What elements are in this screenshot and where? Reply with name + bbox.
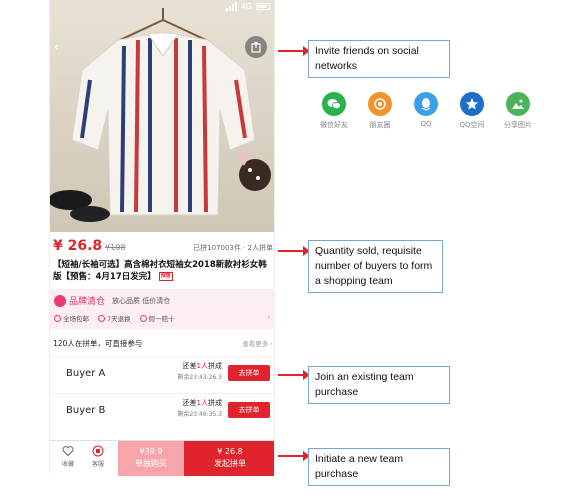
share-targets: 微信好友 朋友圈 QQ QQ空间 分享图片 bbox=[318, 92, 534, 130]
see-more-link[interactable]: 查看更多 › bbox=[242, 338, 273, 349]
buy-alone-button[interactable]: ¥39.9 单独购买 bbox=[118, 441, 184, 476]
start-team-button[interactable]: ¥ 26.8 发起拼单 bbox=[184, 441, 274, 476]
annotation-join: Join an existing team purchase bbox=[308, 366, 450, 404]
heart-icon bbox=[62, 446, 74, 457]
check-circle-icon bbox=[54, 314, 61, 322]
service-button[interactable]: 客服 bbox=[84, 445, 112, 468]
screenshot: 4G ‹ ¥ 26.8 ¥108 已拼107003件 · 2人拼单 【短袖/长袖… bbox=[0, 0, 569, 500]
check-circle-icon bbox=[98, 314, 105, 322]
join-team-button[interactable]: 去拼单 bbox=[228, 402, 270, 418]
back-arrow-icon[interactable]: ‹ bbox=[54, 40, 59, 54]
sold-count: 已拼107003件 · 2人拼单 bbox=[193, 244, 273, 252]
annotation-initiate: Initiate a new team purchase bbox=[308, 448, 450, 486]
brand-bag-icon bbox=[54, 294, 66, 307]
team-countdown: 剩余23:46:35.3 bbox=[177, 411, 222, 418]
brand-name: 品牌清仓 bbox=[69, 297, 106, 307]
product-title: 【短袖/长袖可选】高含棉衬衣短袖女2018新款衬衫女韩版【预售：4月17日发完】… bbox=[53, 259, 273, 283]
favorite-button[interactable]: 收藏 bbox=[54, 445, 82, 468]
team-count-text: 120人在拼单，可直接参与 bbox=[53, 339, 143, 348]
share-image[interactable]: 分享图片 bbox=[502, 92, 534, 130]
bottom-action-bar: 收藏 客服 ¥39.9 单独购买 ¥ 26.8 发起拼单 bbox=[50, 440, 274, 476]
share-qzone[interactable]: QQ空间 bbox=[456, 92, 488, 130]
share-wechat[interactable]: 微信好友 bbox=[318, 92, 350, 130]
annotation-arrow bbox=[278, 46, 310, 56]
qzone-icon bbox=[460, 92, 484, 116]
presale-badge: 预售 bbox=[158, 272, 173, 281]
team-row: Buyer A 还差1人拼成 剩余23:43:26.3 去拼单 bbox=[50, 356, 274, 390]
qq-icon bbox=[414, 92, 438, 116]
original-price: ¥108 bbox=[105, 243, 126, 252]
team-need: 还差1人拼成 bbox=[182, 399, 222, 407]
check-circle-icon bbox=[139, 314, 147, 322]
shirt-illustration bbox=[50, 8, 271, 222]
share-button[interactable] bbox=[245, 36, 267, 58]
product-photo[interactable]: 4G ‹ bbox=[50, 0, 274, 232]
annotation-arrow bbox=[278, 451, 310, 461]
price-row: ¥ 26.8 ¥108 已拼107003件 · 2人拼单 bbox=[53, 238, 273, 256]
battery-icon bbox=[256, 3, 270, 10]
status-bar: 4G bbox=[225, 2, 270, 11]
annotation-arrow bbox=[278, 246, 310, 256]
brand-slogan: 放心品质 低价清仓 bbox=[112, 296, 171, 305]
annotation-invite: Invite friends on social networks bbox=[308, 40, 450, 78]
buyer-name: Buyer B bbox=[66, 405, 106, 416]
image-icon bbox=[506, 92, 530, 116]
buyer-name: Buyer A bbox=[66, 368, 106, 379]
team-countdown: 剩余23:43:26.3 bbox=[177, 374, 222, 381]
team-row: Buyer B 还差1人拼成 剩余23:46:35.3 去拼单 bbox=[50, 393, 274, 427]
phone-screen: 4G ‹ ¥ 26.8 ¥108 已拼107003件 · 2人拼单 【短袖/长袖… bbox=[49, 0, 275, 476]
signal-icon bbox=[225, 2, 237, 11]
brand-banner[interactable]: 品牌清仓 放心品质 低价清仓 全场包邮 7天退换 假一赔十 › bbox=[50, 289, 274, 329]
group-price: ¥ 26.8 bbox=[53, 238, 103, 254]
service-icon bbox=[92, 445, 104, 457]
share-moments[interactable]: 朋友圈 bbox=[364, 92, 396, 130]
moments-icon bbox=[368, 92, 392, 116]
wechat-icon bbox=[322, 92, 346, 116]
guarantee-item: 全场包邮 bbox=[54, 313, 89, 323]
share-qq[interactable]: QQ bbox=[410, 92, 442, 130]
share-icon bbox=[251, 41, 261, 53]
annotation-arrow bbox=[278, 370, 310, 380]
annotation-quantity: Quantity sold, requisite number of buyer… bbox=[308, 240, 443, 293]
guarantee-item: 假一赔十 bbox=[139, 313, 175, 323]
network-label: 4G bbox=[240, 2, 252, 11]
team-need: 还差1人拼成 bbox=[182, 362, 222, 370]
guarantee-item: 7天退换 bbox=[98, 313, 131, 323]
chevron-right-icon: › bbox=[267, 313, 270, 321]
join-team-button[interactable]: 去拼单 bbox=[228, 365, 270, 381]
team-list-header: 120人在拼单，可直接参与 查看更多 › bbox=[53, 338, 273, 349]
